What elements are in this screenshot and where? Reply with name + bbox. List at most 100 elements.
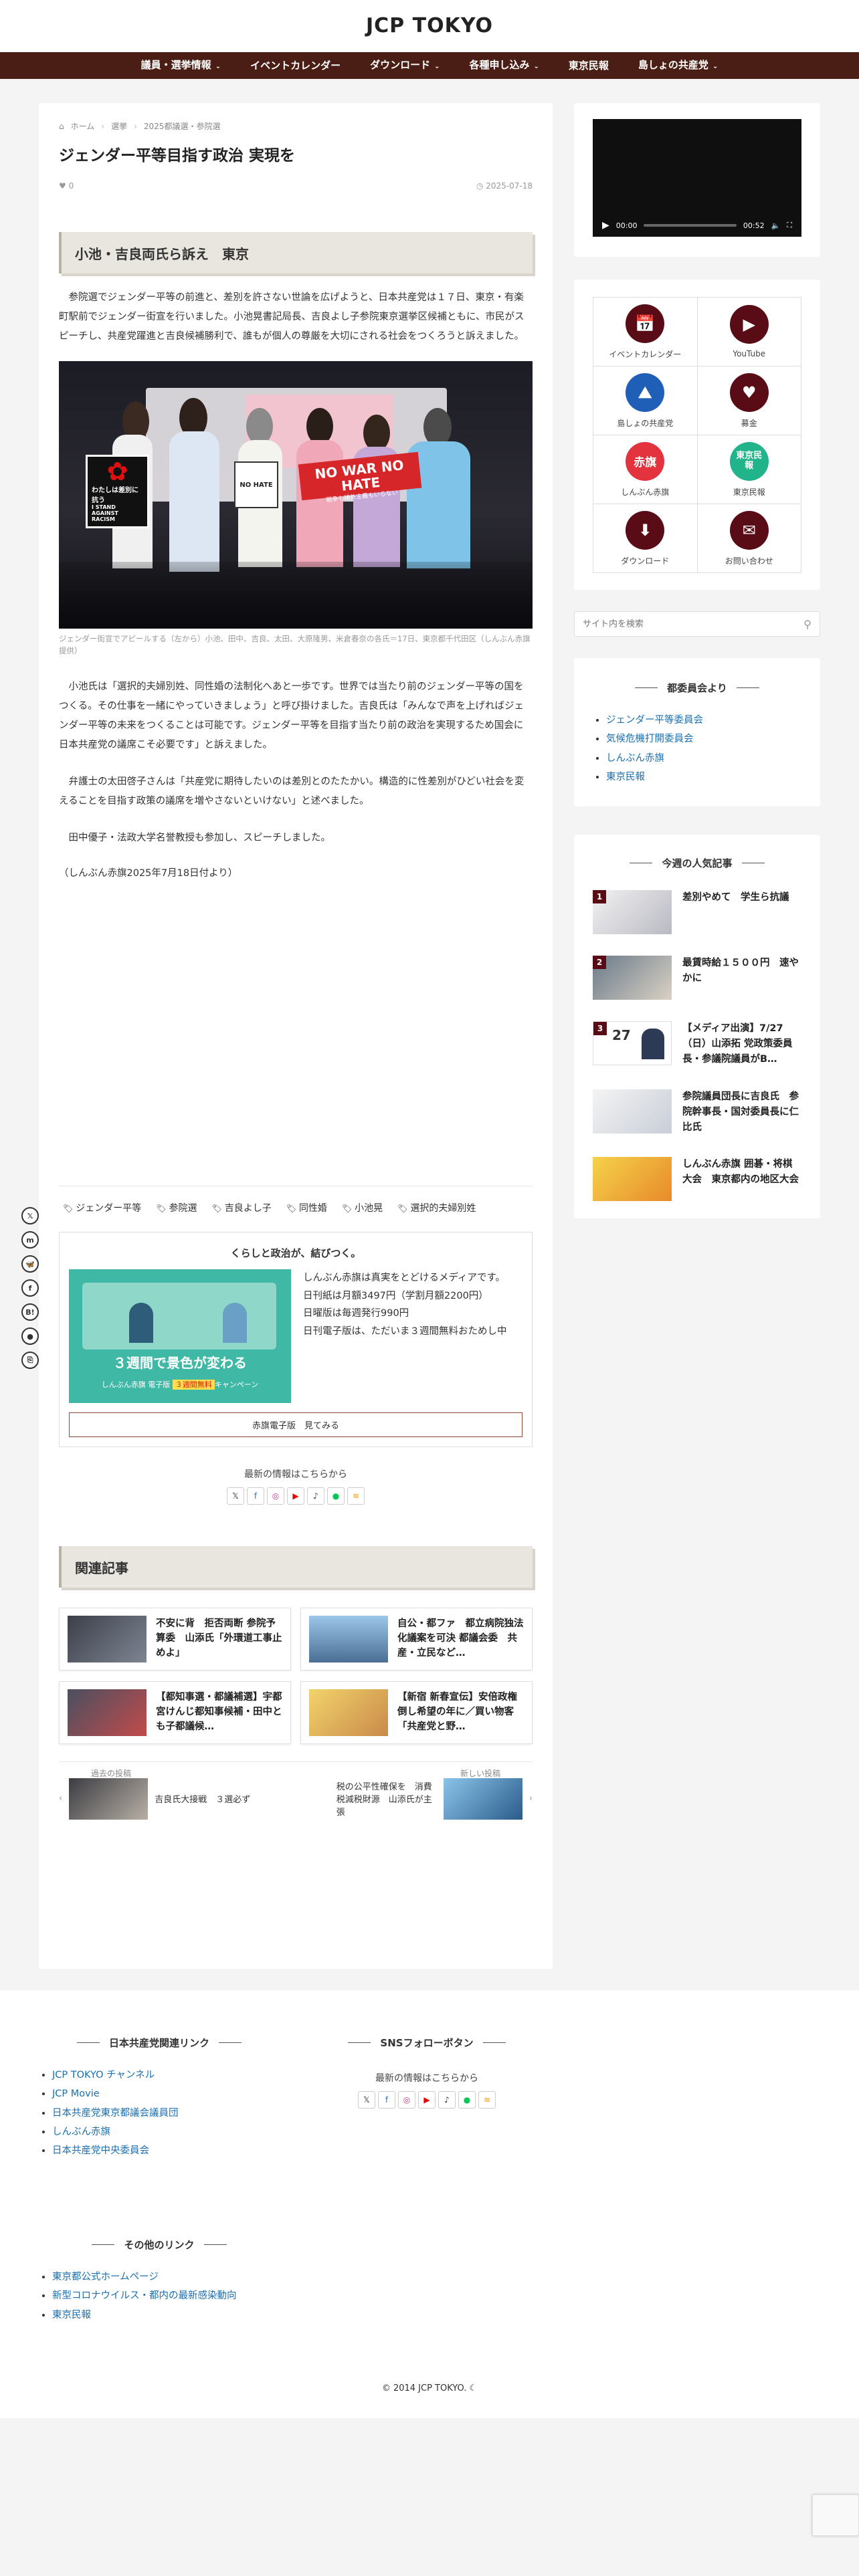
rank-badge: 3 [593,1022,607,1035]
tag-item[interactable]: 🏷 選択的夫婦別姓 [393,1198,480,1217]
promo-button[interactable]: 赤旗電子版 見てみる [69,1412,522,1437]
nav-item-applications[interactable]: 各種申し込み ⌄ [455,51,554,80]
related-card[interactable]: 不安に背 拒否両断 参院予算委 山添氏「外環道工事止めよ」 [59,1607,291,1671]
tag-item[interactable]: 🏷 同性婚 [282,1198,331,1217]
chevron-down-icon: ⌄ [533,62,539,70]
quicklink-download[interactable]: ⬇ ダウンロード [593,504,698,573]
akahata-logo: 赤旗 [626,441,665,481]
x-icon[interactable]: 𝕏 [358,2091,375,2109]
popular-item[interactable]: 3 27 【メディア出演】7/27（日）山添拓 党政策委員長・参議院議員がB… [593,1021,801,1068]
committee-link[interactable]: 東京民報 [606,772,645,782]
footer-link[interactable]: 東京民報 [52,2310,91,2321]
youtube-icon[interactable]: ▶ [418,2091,436,2109]
tag-item[interactable]: 🏷 吉良よし子 [207,1198,275,1217]
youtube-icon[interactable]: ▶ [287,1487,304,1505]
promo-description: しんぶん赤旗は真実をとどけるメディアです。 日刊紙は月額3497円（学割月額22… [303,1272,507,1337]
copy-link-icon[interactable]: ⎘ [21,1352,39,1369]
volume-icon[interactable]: 🔈 [771,221,781,230]
breadcrumb-home[interactable]: ホーム [71,120,95,132]
promo-image[interactable]: ３週間で景色が変わる しんぶん赤旗 電子版 ３週間無料 キャンペーン [69,1269,291,1403]
popular-item[interactable]: しんぶん赤旗 囲碁・将棋大会 東京都内の地区大会 [593,1157,801,1202]
footer-link[interactable]: しんぶん赤旗 [52,2127,110,2137]
site-logo[interactable]: JCP TOKYO [0,0,859,52]
quicklink-youtube[interactable]: ▶ YouTube [697,298,801,366]
tag-item[interactable]: 🏷 ジェンダー平等 [59,1198,145,1217]
footer-col-title: SNSフォローボタン [306,2036,547,2050]
quicklink-islands[interactable]: ⛰ 島しょの共産党 [593,366,698,435]
tag-item[interactable]: 🏷 小池晃 [338,1198,387,1217]
related-card[interactable]: 【都知事選・都議補選】宇都宮けんじ都知事候補・田中とも子都議候… [59,1681,291,1744]
line-share-icon[interactable]: ● [21,1327,39,1345]
related-card[interactable]: 【新宿 新春宣伝】安倍政権倒し希望の年に／買い物客「共産党と野… [300,1681,533,1744]
nav-item-tokyo-minpo[interactable]: 東京民報 [554,52,624,79]
search-icon[interactable]: ⚲ [803,618,812,631]
dark-mode-icon[interactable]: ☾ [470,2383,478,2393]
quicklink-contact[interactable]: ✉ お問い合わせ [697,504,801,573]
tiktok-icon[interactable]: ♪ [438,2091,456,2109]
next-post-link[interactable]: 新しい投稿 税の公平性確保を 消費税減税財源 山添氏が主張 › [305,1769,533,1820]
tokyo-minpo-logo: 東京民報 [729,441,769,481]
quicklink-events[interactable]: 📅 イベントカレンダー [593,298,698,366]
x-icon[interactable]: 𝕏 [227,1487,244,1505]
rss-icon[interactable]: ≋ [347,1487,365,1505]
facebook-share-icon[interactable]: f [21,1279,39,1297]
clock-icon: ◷ [476,181,484,191]
hatena-share-icon[interactable]: B! [21,1303,39,1321]
breadcrumb-category[interactable]: 2025都議選・参院選 [144,120,221,132]
footer-link[interactable]: 新型コロナウイルス・都内の最新感染動向 [52,2290,237,2301]
popular-item[interactable]: 参院議員団長に吉良氏 参院幹事長・国対委員長に仁比氏 [593,1089,801,1136]
line-icon[interactable]: ● [327,1487,345,1505]
popular-item[interactable]: 1 差別やめて 学生ら抗議 [593,890,801,934]
related-card[interactable]: 自公・都ファ 都立病院独法化議案を可決 都議会委 共産・立民など… [300,1607,533,1671]
like-count[interactable]: ♥ 0 [59,181,74,191]
committee-link[interactable]: しんぶん赤旗 [606,753,664,764]
committee-link[interactable]: ジェンダー平等委員会 [606,715,703,726]
quicklink-donation[interactable]: ♥ 募金 [697,366,801,435]
footer-sns-col: SNSフォローボタン 最新の情報はこちらから 𝕏 f ◎ ▶ ♪ ● ≋ [306,2036,547,2109]
breadcrumb-election[interactable]: 選挙 [111,120,127,132]
search-input[interactable] [583,619,804,629]
tiktok-icon[interactable]: ♪ [307,1487,324,1505]
popular-thumb [593,1157,672,1202]
prev-post-link[interactable]: 過去の投稿 ‹ 吉良氏大接戦 ３選必ず [59,1769,286,1820]
nav-item-elections[interactable]: 議員・選挙情報 ⌄ [126,51,235,80]
quicklink-tokyo-minpo[interactable]: 東京民報 東京民報 [697,435,801,504]
bluesky-share-icon[interactable]: 🦋 [21,1255,39,1273]
nav-item-download[interactable]: ダウンロード ⌄ [355,51,454,80]
nav-item-islands[interactable]: 島しょの共産党 ⌄ [624,51,733,80]
committee-widget: 都委員会より ジェンダー平等委員会 気候危機打開委員会 しんぶん赤旗 東京民報 [574,658,820,807]
chevron-down-icon: ⌄ [434,62,440,70]
instagram-icon[interactable]: ◎ [267,1487,284,1505]
video-player[interactable]: ▶ 00:00 00:52 🔈 ⛶ [593,119,801,237]
footer-links-col: 日本共産党関連リンク JCP TOKYO チャンネル JCP Movie 日本共… [39,2036,280,2160]
footer-link[interactable]: JCP TOKYO チャンネル [52,2070,155,2080]
footer-link[interactable]: JCP Movie [52,2088,100,2099]
facebook-icon[interactable]: f [378,2091,395,2109]
copyright: © 2014 JCP TOKYO. ☾ [381,2383,478,2393]
footer-link[interactable]: 日本共産党東京都議会議員団 [52,2108,179,2119]
recaptcha-badge[interactable] [812,2494,859,2536]
article-photo: ✿ わたしは差別に抗う I STAND AGAINST RACISM NO WA… [59,361,533,629]
facebook-icon[interactable]: f [247,1487,264,1505]
nav-item-events[interactable]: イベントカレンダー [235,52,355,79]
fullscreen-icon[interactable]: ⛶ [787,221,792,230]
footer-link[interactable]: 日本共産党中央委員会 [52,2145,149,2156]
mastodon-share-icon[interactable]: m [21,1231,39,1249]
instagram-icon[interactable]: ◎ [398,2091,415,2109]
breadcrumb-separator: › [101,121,105,131]
committee-link[interactable]: 気候危機打開委員会 [606,734,694,744]
line-icon[interactable]: ● [458,2091,476,2109]
x-share-icon[interactable]: 𝕏 [21,1207,39,1224]
popular-item[interactable]: 2 最賃時給１５００円 速やかに [593,956,801,1000]
floating-share-bar: 𝕏 m 🦋 f B! ● ⎘ [21,1207,39,1369]
play-icon[interactable]: ▶ [602,220,609,231]
tag-item[interactable]: 🏷 参院選 [152,1198,201,1217]
video-progress[interactable] [644,224,737,227]
related-thumb [309,1615,388,1662]
quicklink-akahata[interactable]: 赤旗 しんぶん赤旗 [593,435,698,504]
rss-icon[interactable]: ≋ [478,2091,496,2109]
tag-icon: 🏷 [63,1203,74,1213]
footer-link[interactable]: 東京都公式ホームページ [52,2272,159,2282]
committee-title: 都委員会より [593,681,801,695]
breadcrumb: ⌂ ホーム › 選挙 › 2025都議選・参院選 [59,120,533,132]
